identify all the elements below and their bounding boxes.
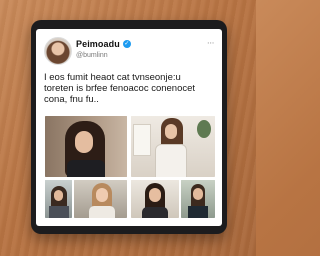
media-grid — [45, 116, 215, 218]
photo-thumbnail[interactable] — [74, 180, 127, 218]
display-name[interactable]: Peimoadu — [76, 39, 120, 49]
photo-thumbnail[interactable] — [181, 180, 215, 218]
name-row: Peimoadu ✓ — [76, 39, 131, 49]
social-post-screen: Peimoadu ✓ @bumlinn ··· I eos fumit heao… — [36, 29, 222, 226]
more-options-icon[interactable]: ··· — [207, 39, 215, 49]
photo-thumbnail[interactable] — [45, 180, 72, 218]
photo-thumbnail[interactable] — [131, 116, 215, 177]
post-text: I eos fumit heaot cat tvnseonje:u torete… — [44, 72, 214, 105]
user-handle[interactable]: @bumlinn — [76, 52, 108, 59]
verified-icon: ✓ — [122, 40, 131, 48]
photo-thumbnail[interactable] — [45, 116, 127, 177]
avatar[interactable] — [44, 37, 72, 65]
post-text-line: toreten is brfee fenoacoc conenocet — [44, 83, 196, 94]
post-text-line: cona, fnu fu.. — [44, 94, 99, 105]
post-text-line: I eos fumit heaot cat tvnseonje:u — [44, 72, 181, 83]
post-header: Peimoadu ✓ @bumlinn ··· — [44, 37, 215, 67]
photo-thumbnail[interactable] — [131, 180, 179, 218]
